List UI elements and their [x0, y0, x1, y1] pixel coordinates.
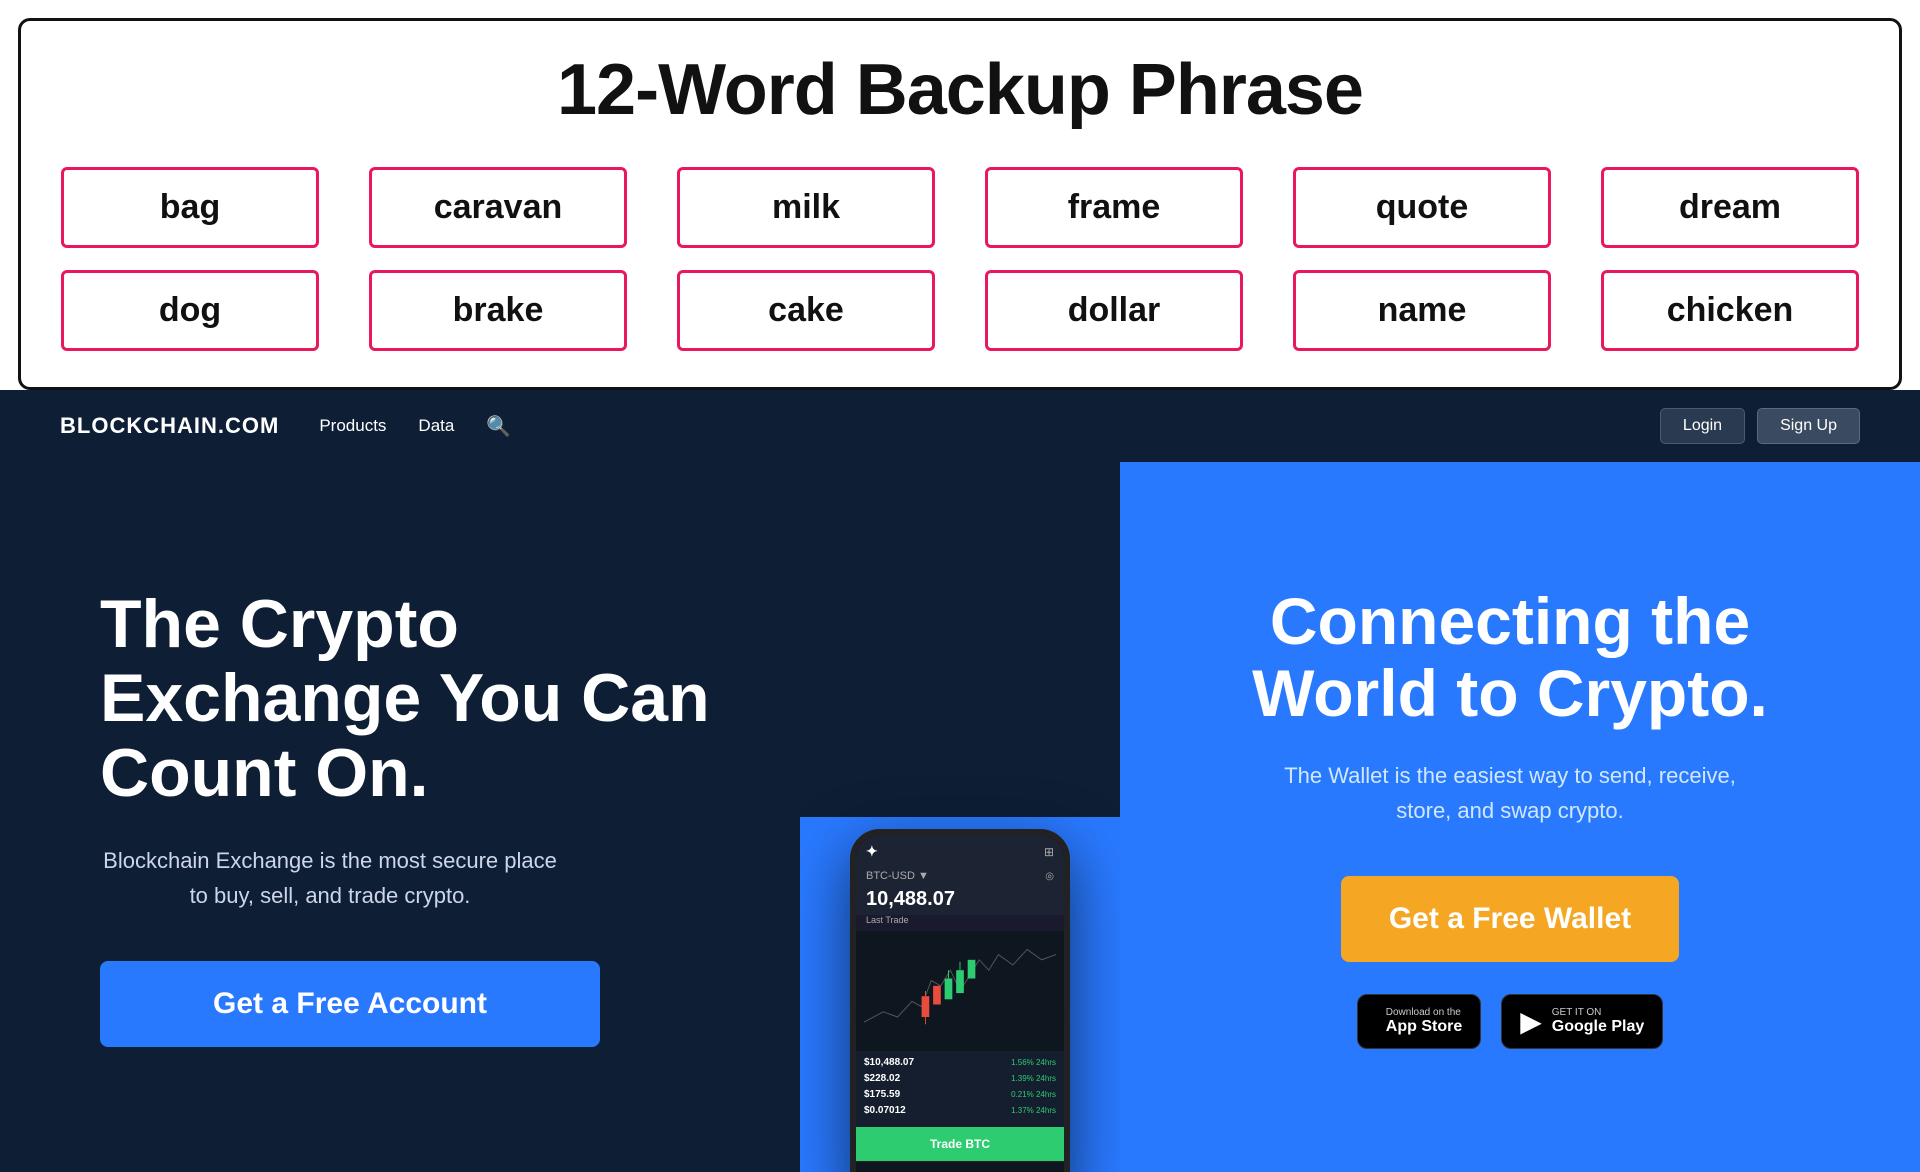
google-play-text: GET IT ON Google Play — [1552, 1007, 1644, 1036]
price-item-eth: $228.02 1.39% 24hrs — [864, 1073, 1056, 1084]
nav-data[interactable]: Data — [418, 416, 454, 436]
word-chip-5: quote — [1293, 167, 1551, 248]
backup-phrase-section: 12-Word Backup Phrase bag caravan milk fram… — [18, 18, 1902, 390]
phone-mock: ✦ ⊞ BTC-USD ▼ ◎ 10,488.07 Last Trade — [850, 829, 1070, 1172]
google-play-icon: ▶ — [1520, 1005, 1542, 1038]
backup-phrase-title: 12-Word Backup Phrase — [61, 49, 1859, 131]
wallet-title: Connecting the World to Crypto. — [1200, 585, 1820, 730]
phone-screen: ✦ ⊞ BTC-USD ▼ ◎ 10,488.07 Last Trade — [856, 835, 1064, 1172]
price-list: $10,488.07 1.56% 24hrs $228.02 1.39% 24h… — [856, 1051, 1064, 1127]
nav-products[interactable]: Products — [319, 416, 386, 436]
word-chip-4: frame — [985, 167, 1243, 248]
hero-wallet: Connecting the World to Crypto. The Wall… — [1120, 462, 1920, 1172]
google-play-badge[interactable]: ▶ GET IT ON Google Play — [1501, 994, 1663, 1049]
word-chip-1: bag — [61, 167, 319, 248]
phone-mockup-container: ✦ ⊞ BTC-USD ▼ ◎ 10,488.07 Last Trade — [800, 462, 1120, 1172]
free-wallet-button[interactable]: Get a Free Wallet — [1341, 876, 1679, 962]
login-button[interactable]: Login — [1660, 408, 1745, 444]
word-chip-8: brake — [369, 270, 627, 351]
word-chip-2: caravan — [369, 167, 627, 248]
wallet-subtitle: The Wallet is the easiest way to send, r… — [1260, 758, 1760, 828]
chart-area — [856, 931, 1064, 1051]
signup-button[interactable]: Sign Up — [1757, 408, 1860, 444]
phone-header: ✦ ⊞ — [856, 835, 1064, 864]
word-chip-6: dream — [1601, 167, 1859, 248]
price-item-ltc: $175.59 0.21% 24hrs — [864, 1089, 1056, 1100]
nav-links: Products Data 🔍 — [319, 414, 1620, 439]
phone-label: Last Trade — [856, 915, 1064, 931]
trade-btn[interactable]: Trade BTC — [856, 1127, 1064, 1161]
free-account-button[interactable]: Get a Free Account — [100, 961, 600, 1047]
hero-exchange: The Crypto Exchange You Can Count On. Bl… — [0, 462, 800, 1172]
app-store-badge[interactable]: Download on the App Store — [1357, 994, 1481, 1049]
price-item-btc: $10,488.07 1.56% 24hrs — [864, 1057, 1056, 1068]
word-chip-9: cake — [677, 270, 935, 351]
phone-chart-icon: ◎ — [1045, 871, 1054, 882]
store-badges: Download on the App Store ▶ GET IT ON Go… — [1357, 994, 1663, 1049]
search-icon[interactable]: 🔍 — [486, 414, 511, 439]
hero: The Crypto Exchange You Can Count On. Bl… — [0, 462, 1920, 1172]
word-chip-11: name — [1293, 270, 1551, 351]
phone-grid-icon: ⊞ — [1044, 845, 1054, 859]
phone-footer: ⌂Home ↑Send ↓Request — [856, 1161, 1064, 1172]
phone-pair: BTC-USD ▼ — [866, 870, 929, 882]
phone-price: 10,488.07 — [856, 884, 1064, 915]
word-chip-3: milk — [677, 167, 935, 248]
nav-logo: BLOCKCHAIN.COM — [60, 413, 279, 439]
word-chip-7: dog — [61, 270, 319, 351]
price-item-xlm: $0.07012 1.37% 24hrs — [864, 1105, 1056, 1116]
exchange-title: The Crypto Exchange You Can Count On. — [100, 587, 720, 811]
nav-actions: Login Sign Up — [1660, 408, 1860, 444]
word-chip-12: chicken — [1601, 270, 1859, 351]
exchange-subtitle: Blockchain Exchange is the most secure p… — [100, 843, 560, 913]
navbar: BLOCKCHAIN.COM Products Data 🔍 Login Sig… — [0, 390, 1920, 462]
words-grid: bag caravan milk frame quote dream dog brake cak… — [61, 167, 1859, 351]
word-chip-10: dollar — [985, 270, 1243, 351]
app-store-text: Download on the App Store — [1386, 1007, 1462, 1036]
phone-logo: ✦ — [866, 843, 878, 860]
